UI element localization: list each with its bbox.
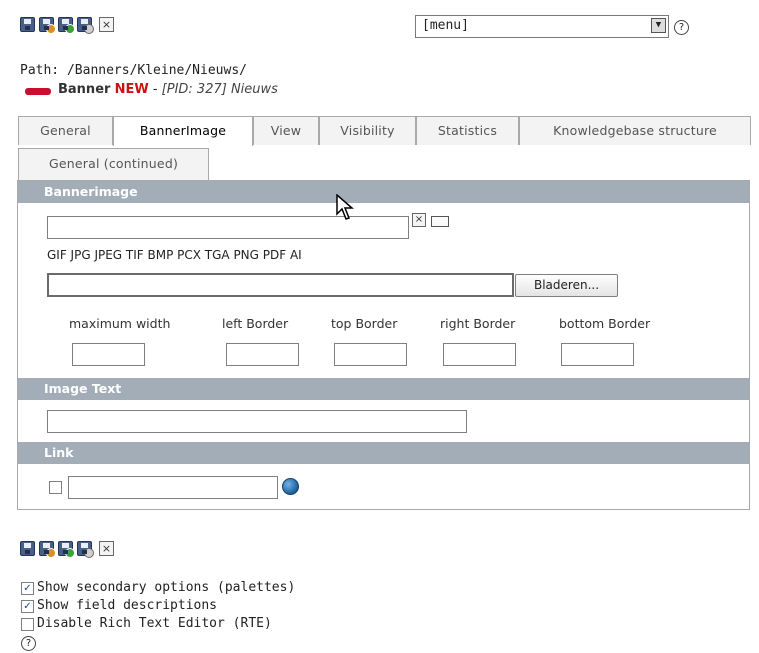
close-icon[interactable]: × — [99, 541, 114, 556]
right-border-input[interactable] — [443, 343, 516, 366]
image-text-input[interactable] — [47, 410, 467, 433]
save-and-close-icon[interactable] — [77, 541, 94, 558]
file-upload-input[interactable] — [47, 273, 514, 297]
chevron-down-icon[interactable]: ▼ — [651, 18, 666, 33]
disable-rte-label: Disable Rich Text Editor (RTE) — [37, 616, 272, 631]
record-header: Banner NEW - [PID: 327] Nieuws — [58, 82, 278, 97]
record-separator: - — [152, 82, 158, 97]
plus-badge-icon — [65, 548, 75, 558]
label-bottom-border: bottom Border — [559, 316, 651, 331]
show-secondary-options-checkbox[interactable]: ✓ — [21, 582, 34, 595]
show-field-descriptions-checkbox[interactable]: ✓ — [21, 600, 34, 613]
record-title: Banner — [58, 82, 111, 97]
label-top-border: top Border — [331, 316, 398, 331]
magnifier-badge-icon — [46, 24, 56, 34]
magnifier-badge-icon — [46, 548, 56, 558]
label-maximum-width: maximum width — [69, 316, 171, 331]
tab-statistics[interactable]: Statistics — [416, 116, 519, 145]
save-icon[interactable] — [20, 17, 35, 32]
link-wizard-globe-icon[interactable] — [282, 478, 299, 495]
left-border-input[interactable] — [226, 343, 299, 366]
plus-badge-icon — [65, 24, 75, 34]
tab-general[interactable]: General — [18, 116, 113, 145]
tab-view[interactable]: View — [253, 116, 319, 145]
close-badge-icon — [84, 24, 94, 34]
label-left-border: left Border — [222, 316, 289, 331]
bottom-border-input[interactable] — [561, 343, 634, 366]
save-and-new-icon[interactable] — [58, 541, 75, 558]
maximum-width-input[interactable] — [72, 343, 145, 366]
section-title-link: Link — [18, 442, 749, 464]
close-badge-icon — [84, 548, 94, 558]
save-icon[interactable] — [20, 541, 35, 556]
save-and-new-icon[interactable] — [58, 17, 75, 34]
section-title-bannerimage: Bannerimage — [18, 181, 749, 203]
link-input[interactable] — [68, 476, 278, 499]
save-and-close-icon[interactable] — [77, 17, 94, 34]
allowed-file-types: GIF JPG JPEG TIF BMP PCX TGA PNG PDF AI — [47, 248, 302, 262]
close-icon[interactable]: × — [99, 17, 114, 32]
path-breadcrumb: Path: /Banners/Kleine/Nieuws/ — [20, 63, 247, 78]
remove-file-icon[interactable]: × — [412, 213, 426, 227]
save-and-view-icon[interactable] — [39, 541, 56, 558]
disable-rte-checkbox[interactable] — [21, 618, 34, 631]
top-border-input[interactable] — [334, 343, 407, 366]
help-icon[interactable]: ? — [21, 636, 36, 651]
save-and-view-icon[interactable] — [39, 17, 56, 34]
tab-visibility[interactable]: Visibility — [319, 116, 416, 145]
show-field-descriptions-label: Show field descriptions — [37, 598, 218, 613]
menu-selected-value: [menu] — [422, 18, 469, 33]
show-secondary-options-label: Show secondary options (palettes) — [37, 580, 296, 595]
tab-bannerimage[interactable]: BannerImage — [113, 116, 253, 146]
record-page-name: Nieuws — [230, 82, 278, 97]
folder-browse-icon[interactable] — [431, 216, 449, 227]
browse-button[interactable]: Bladeren... — [515, 274, 618, 297]
label-right-border: right Border — [440, 316, 516, 331]
record-pid: [PID: 327] — [161, 82, 227, 97]
menu-select[interactable]: [menu] ▼ — [415, 15, 669, 38]
help-icon[interactable]: ? — [674, 20, 689, 35]
tab-knowledgebase-structure[interactable]: Knowledgebase structure — [519, 116, 751, 145]
section-title-image-text: Image Text — [18, 378, 749, 400]
tab-general-continued[interactable]: General (continued) — [18, 148, 209, 180]
banner-record-icon — [25, 88, 51, 95]
mouse-cursor-icon — [336, 194, 355, 220]
link-checkbox[interactable] — [49, 481, 62, 494]
record-status: NEW — [114, 82, 149, 97]
